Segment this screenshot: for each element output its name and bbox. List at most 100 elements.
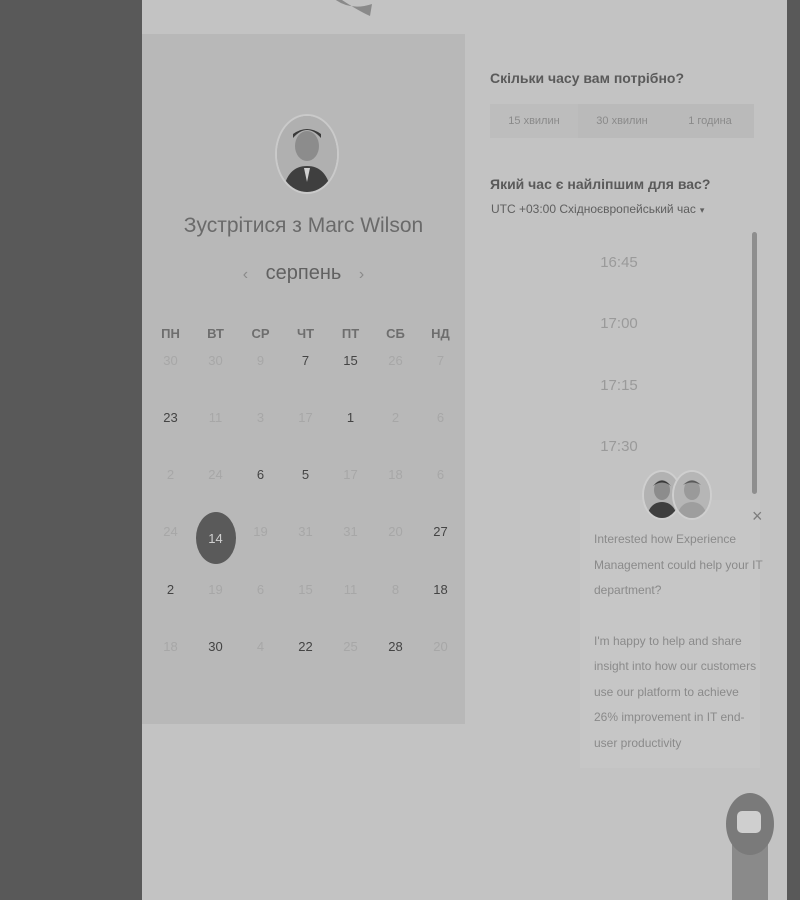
day-number: 20 — [388, 524, 403, 540]
calendar-week: 23 11 3 17 1 2 6 — [148, 397, 463, 454]
day-number: 14 — [195, 512, 236, 565]
day-number: 24 — [163, 524, 178, 540]
day-number: 9 — [256, 352, 265, 368]
calendar-day[interactable]: 15 — [328, 340, 373, 380]
chevron-down-icon: ▾ — [699, 205, 705, 215]
day-number: 2 — [166, 581, 175, 597]
next-month-icon[interactable]: › — [359, 266, 364, 283]
chat-message-paragraph: Interested how Experience Management cou… — [594, 532, 763, 597]
calendar-day: 4 — [238, 626, 283, 666]
calendar-day: 8 — [373, 569, 418, 609]
chat-launcher-button[interactable] — [726, 793, 774, 855]
calendar-day: 18 — [148, 626, 193, 666]
time-slot[interactable]: 17:30 — [554, 438, 684, 455]
calendar-day[interactable]: 30 — [193, 626, 238, 666]
duration-question: Скільки часу вам потрібно? — [490, 70, 685, 86]
calendar-day: 3 — [238, 397, 283, 437]
calendar-day: 20 — [373, 512, 418, 552]
scheduler-modal: Зустрітися з Marc Wilson ‹ серпень › ПН … — [142, 0, 787, 900]
day-number: 22 — [298, 638, 313, 654]
day-number: 7 — [301, 352, 310, 368]
close-icon[interactable]: × — [752, 506, 763, 527]
day-number: 8 — [391, 581, 400, 597]
month-navigation: ‹ серпень › — [142, 262, 465, 285]
calendar-day[interactable]: 6 — [238, 455, 283, 495]
calendar-day[interactable]: 27 — [418, 512, 463, 552]
calendar-day[interactable]: 7 — [283, 340, 328, 380]
calendar-day: 30 — [148, 340, 193, 380]
weekday-label: СР — [251, 326, 270, 341]
prev-month-icon[interactable]: ‹ — [243, 266, 248, 283]
weekday-label: НД — [431, 326, 450, 341]
chat-icon — [737, 811, 761, 833]
calendar-day: 30 — [193, 340, 238, 380]
day-number: 4 — [256, 638, 265, 654]
day-number: 30 — [208, 638, 223, 654]
day-number: 30 — [163, 352, 178, 368]
calendar-day[interactable]: 18 — [418, 569, 463, 609]
timezone-select[interactable]: UTC +03:00 Східноєвропейський час ▾ — [491, 202, 704, 216]
chat-message: Interested how Experience Management cou… — [594, 527, 766, 781]
avatar — [672, 470, 712, 520]
timezone-label: UTC +03:00 Східноєвропейський час — [491, 202, 696, 216]
time-question: Який час є найліпшим для вас? — [490, 176, 711, 192]
day-number: 17 — [298, 409, 313, 425]
day-number: 15 — [343, 352, 358, 368]
calendar-panel: Зустрітися з Marc Wilson ‹ серпень › ПН … — [142, 34, 465, 724]
day-number: 6 — [256, 467, 265, 483]
weekday-label: ПН — [161, 326, 180, 341]
day-number: 25 — [343, 638, 358, 654]
calendar-day: 2 — [148, 455, 193, 495]
duration-option[interactable]: 1 година — [666, 104, 754, 138]
calendar-day[interactable]: 2 — [148, 569, 193, 609]
calendar-week: 18 30 4 22 25 28 20 — [148, 626, 463, 683]
duration-selector: 15 хвилин 30 хвилин 1 година — [490, 104, 754, 138]
calendar-week: 30 30 9 7 15 26 7 — [148, 340, 463, 397]
day-number: 7 — [436, 352, 445, 368]
calendar-day[interactable]: 22 — [283, 626, 328, 666]
duration-option[interactable]: 15 хвилин — [490, 104, 578, 138]
calendar-day: 31 — [328, 512, 373, 552]
calendar-day[interactable]: 5 — [283, 455, 328, 495]
day-number: 19 — [253, 524, 268, 540]
calendar-day: 25 — [328, 626, 373, 666]
calendar-day: 19 — [193, 569, 238, 609]
calendar-day: 6 — [418, 397, 463, 437]
slots-scrollbar[interactable] — [752, 232, 757, 494]
calendar-day: 26 — [373, 340, 418, 380]
weekday-header: ПН ВТ СР ЧТ ПТ СБ НД — [148, 326, 463, 341]
day-number: 28 — [388, 638, 403, 654]
time-slot[interactable]: 17:00 — [554, 315, 684, 332]
calendar-day: 24 — [193, 455, 238, 495]
time-slot[interactable]: 16:45 — [554, 254, 684, 271]
time-slot[interactable]: 17:15 — [554, 377, 684, 394]
calendar-day: 20 — [418, 626, 463, 666]
day-number: 30 — [208, 352, 223, 368]
calendar-week: 2 24 6 5 17 18 6 — [148, 455, 463, 512]
day-number: 6 — [436, 467, 445, 483]
month-label: серпень — [265, 262, 342, 284]
day-number: 19 — [208, 581, 223, 597]
day-number: 2 — [166, 467, 175, 483]
calendar-day: 7 — [418, 340, 463, 380]
day-number: 3 — [256, 409, 265, 425]
calendar-day[interactable]: 23 — [148, 397, 193, 437]
day-number: 18 — [388, 467, 403, 483]
calendar-day: 6 — [238, 569, 283, 609]
day-number: 31 — [343, 524, 358, 540]
selected-day[interactable]: 14 — [193, 510, 238, 567]
calendar-grid: 30 30 9 7 15 26 7 23 11 3 17 1 2 6 2 24 6 5 17 18 6 24 14 19 31 3… — [148, 340, 463, 684]
day-number: 26 — [388, 352, 403, 368]
calendar-day[interactable]: 28 — [373, 626, 418, 666]
calendar-day: 11 — [193, 397, 238, 437]
calendar-day: 17 — [283, 397, 328, 437]
duration-option[interactable]: 30 хвилин — [578, 104, 666, 138]
calendar-day: 9 — [238, 340, 283, 380]
weekday-label: ВТ — [207, 326, 224, 341]
day-number: 31 — [298, 524, 313, 540]
calendar-week: 2 19 6 15 11 8 18 — [148, 569, 463, 626]
day-number: 11 — [208, 409, 223, 425]
calendar-day[interactable]: 1 — [328, 397, 373, 437]
day-number: 6 — [436, 409, 445, 425]
day-number: 20 — [433, 638, 448, 654]
